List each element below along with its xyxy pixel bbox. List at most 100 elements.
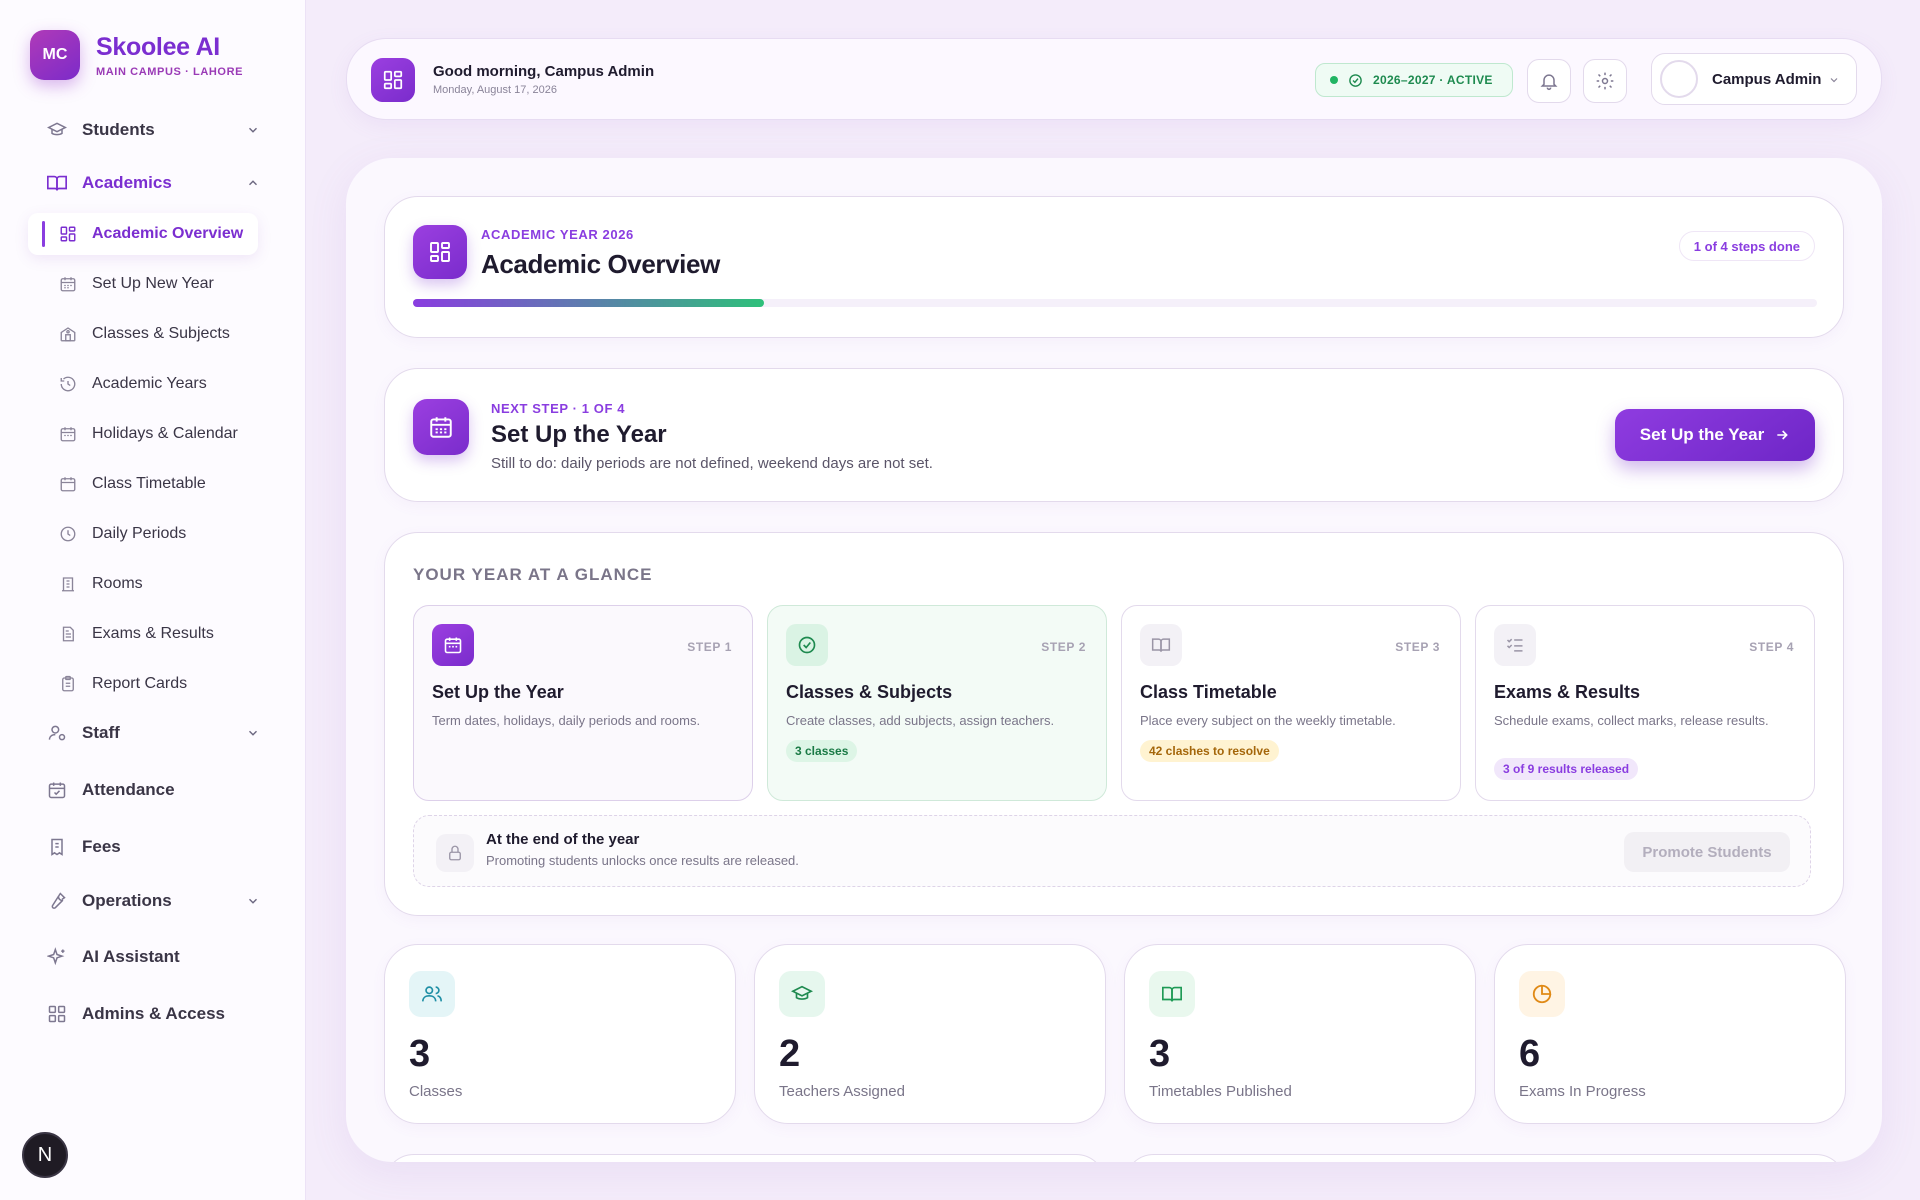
- status-dot: [1330, 76, 1338, 84]
- setup-progress-fill: [413, 299, 764, 307]
- notifications-button[interactable]: [1527, 59, 1571, 103]
- step-number: STEP 1: [687, 640, 732, 654]
- sidebar-item-class-timetable[interactable]: Class Timetable: [28, 463, 278, 505]
- sidebar-item-label: Operations: [82, 891, 172, 910]
- brand[interactable]: MC Skoolee AI MAIN CAMPUS · LAHORE: [30, 30, 243, 80]
- next-step-label: NEXT STEP · 1 OF 4: [491, 401, 626, 416]
- sidebar: MC Skoolee AI MAIN CAMPUS · LAHORE Stude…: [0, 0, 306, 1200]
- next-card-peek: [384, 1154, 1106, 1162]
- graduation-cap-icon: [46, 119, 68, 141]
- school-icon: [58, 324, 78, 344]
- sidebar-item-academic-overview[interactable]: Academic Overview: [28, 213, 258, 255]
- step-number: STEP 2: [1041, 640, 1086, 654]
- sidebar-item-label: Exams & Results: [92, 625, 214, 642]
- calendar-icon: [58, 424, 78, 444]
- section-title: YOUR YEAR AT A GLANCE: [413, 565, 653, 584]
- greeting: Good morning, Campus Admin: [433, 63, 655, 80]
- stat-card-teachers[interactable]: 2 Teachers Assigned: [754, 944, 1106, 1124]
- end-of-year-banner: At the end of the year Promoting student…: [413, 815, 1811, 887]
- grid-icon: [46, 1003, 68, 1025]
- sidebar-item-academic-years[interactable]: Academic Years: [28, 363, 278, 405]
- stat-card-timetables[interactable]: 3 Timetables Published: [1124, 944, 1476, 1124]
- sidebar-item-label: Rooms: [92, 575, 143, 592]
- user-cog-icon: [46, 722, 68, 744]
- campus-name: MAIN CAMPUS · LAHORE: [96, 65, 244, 78]
- current-date: Monday, August 17, 2026: [433, 84, 557, 96]
- step-card-classes-subjects[interactable]: STEP 2 Classes & Subjects Create classes…: [767, 605, 1107, 801]
- sidebar-item-daily-periods[interactable]: Daily Periods: [28, 513, 278, 555]
- chevron-up-icon: [246, 176, 260, 190]
- sidebar-item-label: Academic Overview: [92, 225, 244, 242]
- step-title: Classes & Subjects: [786, 682, 953, 702]
- next-step-title: Set Up the Year: [491, 421, 667, 448]
- stat-label: Exams In Progress: [1519, 1083, 1646, 1100]
- campus-avatar[interactable]: MC: [30, 30, 80, 80]
- lock-icon: [436, 834, 474, 872]
- stat-value: 3: [409, 1033, 431, 1075]
- users-icon: [409, 971, 455, 1017]
- set-up-year-button[interactable]: Set Up the Year: [1615, 409, 1815, 461]
- sidebar-item-classes-subjects[interactable]: Classes & Subjects: [28, 313, 278, 355]
- stat-label: Teachers Assigned: [779, 1083, 905, 1100]
- sidebar-item-exams-results[interactable]: Exams & Results: [28, 613, 278, 655]
- dashboard-icon: [371, 58, 415, 102]
- sidebar-item-admins-access[interactable]: Admins & Access: [28, 994, 278, 1034]
- status-badge: 42 clashes to resolve: [1140, 740, 1279, 762]
- sidebar-item-report-cards[interactable]: Report Cards: [28, 663, 278, 705]
- sidebar-item-set-up-new-year[interactable]: Set Up New Year: [28, 263, 278, 305]
- pie-chart-icon: [1519, 971, 1565, 1017]
- avatar: [1660, 60, 1698, 98]
- sidebar-nav: Students Academics Academic Overview Set…: [28, 110, 278, 1034]
- next-step-description: Still to do: daily periods are not defin…: [491, 455, 933, 472]
- history-icon: [58, 374, 78, 394]
- academic-year-label: ACADEMIC YEAR 2026: [481, 227, 634, 242]
- checklist-icon: [1494, 624, 1536, 666]
- academic-overview-header: ACADEMIC YEAR 2026 Academic Overview 1 o…: [384, 196, 1844, 338]
- sidebar-item-students[interactable]: Students: [28, 110, 278, 150]
- sidebar-item-staff[interactable]: Staff: [28, 713, 278, 753]
- sidebar-item-label: Attendance: [82, 780, 175, 799]
- year-at-a-glance: YOUR YEAR AT A GLANCE STEP 1 Set Up the …: [384, 532, 1844, 916]
- building-icon: [58, 574, 78, 594]
- gear-icon: [1595, 71, 1615, 91]
- button-label: Set Up the Year: [1639, 425, 1765, 444]
- arrow-right-icon: [1774, 427, 1790, 443]
- calendar-check-icon: [46, 779, 68, 801]
- dev-tools-badge[interactable]: N: [22, 1132, 68, 1178]
- sidebar-item-ai-assistant[interactable]: AI Assistant: [28, 937, 278, 977]
- document-icon: [58, 624, 78, 644]
- step-card-class-timetable[interactable]: STEP 3 Class Timetable Place every subje…: [1121, 605, 1461, 801]
- sidebar-item-operations[interactable]: Operations: [28, 881, 278, 921]
- sidebar-item-attendance[interactable]: Attendance: [28, 770, 278, 810]
- step-card-set-up-year[interactable]: STEP 1 Set Up the Year Term dates, holid…: [413, 605, 753, 801]
- sidebar-item-label: Students: [82, 120, 155, 139]
- sidebar-item-holidays-calendar[interactable]: Holidays & Calendar: [28, 413, 278, 455]
- academic-year-status[interactable]: 2026–2027 · ACTIVE: [1315, 63, 1513, 97]
- step-card-exams-results[interactable]: STEP 4 Exams & Results Schedule exams, c…: [1475, 605, 1815, 801]
- check-circle-icon: [786, 624, 828, 666]
- step-description: Term dates, holidays, daily periods and …: [432, 713, 701, 728]
- grid-icon: [58, 224, 78, 244]
- stat-value: 6: [1519, 1033, 1541, 1075]
- promote-students-button[interactable]: Promote Students: [1624, 832, 1790, 872]
- check-circle-icon: [1348, 73, 1363, 88]
- stat-card-exams[interactable]: 6 Exams In Progress: [1494, 944, 1846, 1124]
- calendar-icon: [413, 399, 469, 455]
- sidebar-item-label: Set Up New Year: [92, 275, 214, 292]
- sidebar-item-rooms[interactable]: Rooms: [28, 563, 278, 605]
- step-title: Exams & Results: [1494, 682, 1641, 702]
- chevron-down-icon: [246, 726, 260, 740]
- user-menu[interactable]: Campus Admin: [1651, 53, 1857, 105]
- sidebar-item-academics[interactable]: Academics: [28, 163, 278, 203]
- dashboard-icon: [413, 225, 467, 279]
- sidebar-item-label: Holidays & Calendar: [92, 425, 238, 442]
- sparkles-icon: [46, 946, 68, 968]
- step-description: Create classes, add subjects, assign tea…: [786, 713, 1055, 728]
- sidebar-item-fees[interactable]: Fees: [28, 827, 278, 867]
- sidebar-item-label: Admins & Access: [82, 1004, 225, 1023]
- status-badge: 3 classes: [786, 740, 858, 762]
- user-name: Campus Admin: [1712, 70, 1822, 88]
- settings-button[interactable]: [1583, 59, 1627, 103]
- setup-progress-bar: [413, 299, 1817, 307]
- stat-card-classes[interactable]: 3 Classes: [384, 944, 736, 1124]
